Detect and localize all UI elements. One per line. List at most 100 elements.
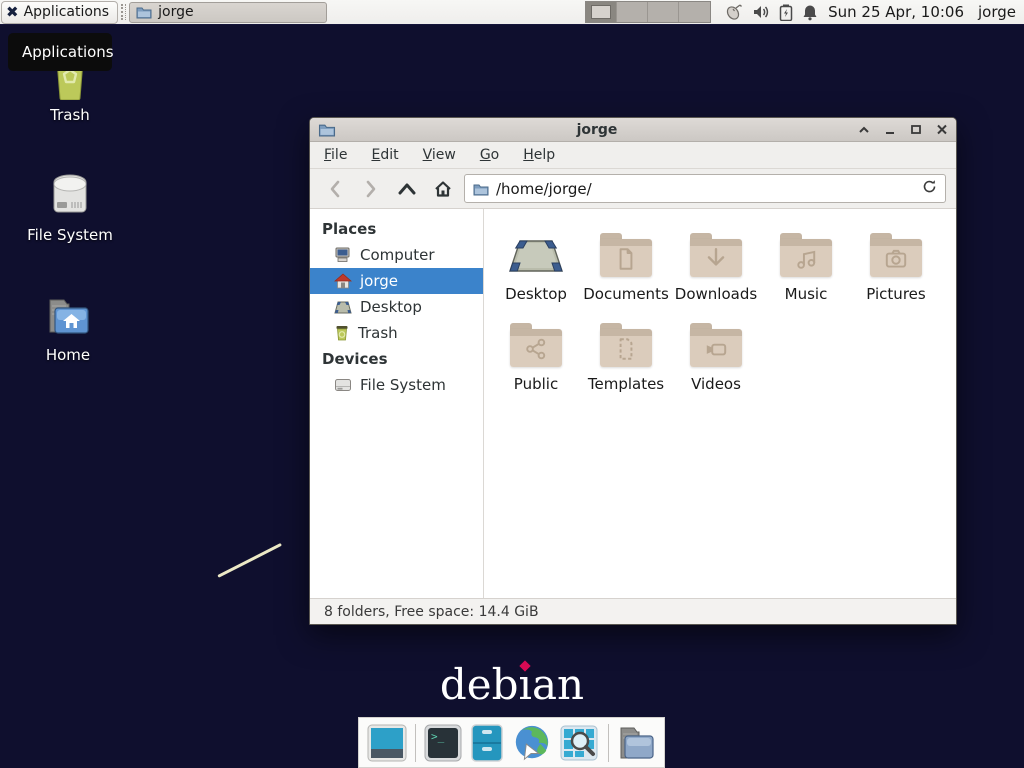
menu-go[interactable]: Go [480,147,499,163]
up-button[interactable] [392,175,422,203]
folder-icon [136,5,152,19]
videos-folder-icon [672,311,760,367]
workspace-switcher [585,1,711,23]
close-button[interactable] [936,124,948,135]
sidebar-item-file-system[interactable]: File System [310,372,483,398]
window-titlebar[interactable]: jorge [310,118,956,142]
taskbar-window-label: jorge [158,4,193,20]
folder-view[interactable]: Desktop Documents [484,209,956,598]
window-icon [318,122,336,137]
forward-button[interactable] [356,175,386,203]
sidebar-item-computer[interactable]: Computer [310,242,483,268]
sidebar-item-label: jorge [360,272,398,290]
applications-menu-button[interactable]: ✖ Applications [1,1,118,24]
folder-grid: Desktop Documents [492,221,948,401]
sidebar: Places Computer jorge [310,209,484,598]
web-browser-icon[interactable] [512,723,552,763]
panel-username: jorge [978,3,1016,21]
debian-logo: debıan [0,660,1024,709]
dock-separator [608,724,609,762]
folder-icon [473,182,489,196]
workspace-4[interactable] [679,2,710,22]
window-body: Places Computer jorge [310,209,956,598]
folder-item-label: Templates [582,375,670,393]
path-entry[interactable]: /home/jorge/ [464,174,946,203]
taskbar-window-button[interactable]: jorge [129,2,327,23]
folder-item-label: Pictures [852,285,940,303]
folder-item-downloads[interactable]: Downloads [672,221,760,303]
volume-icon[interactable] [752,4,770,20]
hard-drive-icon [10,170,130,220]
back-button[interactable] [320,175,350,203]
mouse-icon[interactable] [725,3,743,21]
pictures-folder-icon [852,221,940,277]
maximize-button[interactable] [910,124,922,135]
stray-line-artifact [217,543,282,578]
workspace-3[interactable] [648,2,679,22]
home-folder-icon [8,290,128,340]
sidebar-item-label: Desktop [360,298,422,316]
desktop-icon-label: Home [8,346,128,364]
folder-item-label: Documents [582,285,670,303]
sidebar-item-desktop[interactable]: Desktop [310,294,483,320]
hard-drive-icon [334,378,352,392]
menu-edit[interactable]: Edit [371,147,398,163]
folder-item-documents[interactable]: Documents [582,221,670,303]
folder-item-music[interactable]: Music [762,221,850,303]
application-finder-icon[interactable] [560,723,600,763]
menu-help[interactable]: Help [523,147,555,163]
svg-text:>_: >_ [431,730,445,743]
menu-file[interactable]: File [324,147,347,163]
status-text: 8 folders, Free space: 14.4 GiB [324,604,539,620]
sidebar-places-header: Places [310,216,483,242]
folder-item-videos[interactable]: Videos [672,311,760,393]
folder-item-label: Downloads [672,285,760,303]
downloads-folder-icon [672,221,760,277]
path-text: /home/jorge/ [496,180,915,198]
desktop-icon-home[interactable]: Home [8,290,128,364]
terminal-icon[interactable]: >_ [424,723,462,763]
show-desktop-icon[interactable] [367,723,407,763]
desktop-icon [334,300,352,315]
applications-tooltip-text: Applications [22,43,114,61]
panel-clock[interactable]: Sun 25 Apr, 10:06 [828,3,964,21]
folder-item-desktop[interactable]: Desktop [492,221,580,303]
status-bar: 8 folders, Free space: 14.4 GiB [310,598,956,624]
dock-panel: >_ [358,717,665,768]
folder-item-pictures[interactable]: Pictures [852,221,940,303]
folder-icon[interactable] [616,723,656,763]
sidebar-item-label: File System [360,376,446,394]
sidebar-item-label: Trash [358,324,398,342]
workspace-2[interactable] [617,2,648,22]
window-controls [858,124,948,135]
desktop-icon-file-system[interactable]: File System [10,170,130,244]
window-title: jorge [336,122,858,138]
file-manager-window: jorge File Edit View Go Help [309,117,957,625]
sidebar-item-jorge[interactable]: jorge [310,268,483,294]
notifications-bell-icon[interactable] [802,4,818,21]
menu-view[interactable]: View [423,147,456,163]
reload-icon[interactable] [922,179,937,198]
panel-handle[interactable] [121,4,126,20]
folder-item-label: Public [492,375,580,393]
templates-folder-icon [582,311,670,367]
folder-item-templates[interactable]: Templates [582,311,670,393]
sidebar-item-label: Computer [360,246,435,264]
sidebar-item-trash[interactable]: Trash [310,320,483,346]
computer-icon [334,247,352,263]
menu-bar: File Edit View Go Help [310,142,956,169]
applications-menu-label: Applications [24,4,110,20]
sidebar-devices-header: Devices [310,346,483,372]
folder-item-public[interactable]: Public [492,311,580,393]
debian-logo-text: an [532,660,584,709]
debian-logo-text: deb [440,660,519,709]
workspace-1[interactable] [586,2,617,22]
battery-icon[interactable] [779,4,793,21]
desktop-icon-label: File System [10,226,130,244]
shade-button[interactable] [858,125,870,135]
folder-item-label: Music [762,285,850,303]
file-manager-icon[interactable] [470,723,504,763]
home-button[interactable] [428,175,458,203]
debian-logo-i: ı [519,660,532,709]
minimize-button[interactable] [884,125,896,135]
